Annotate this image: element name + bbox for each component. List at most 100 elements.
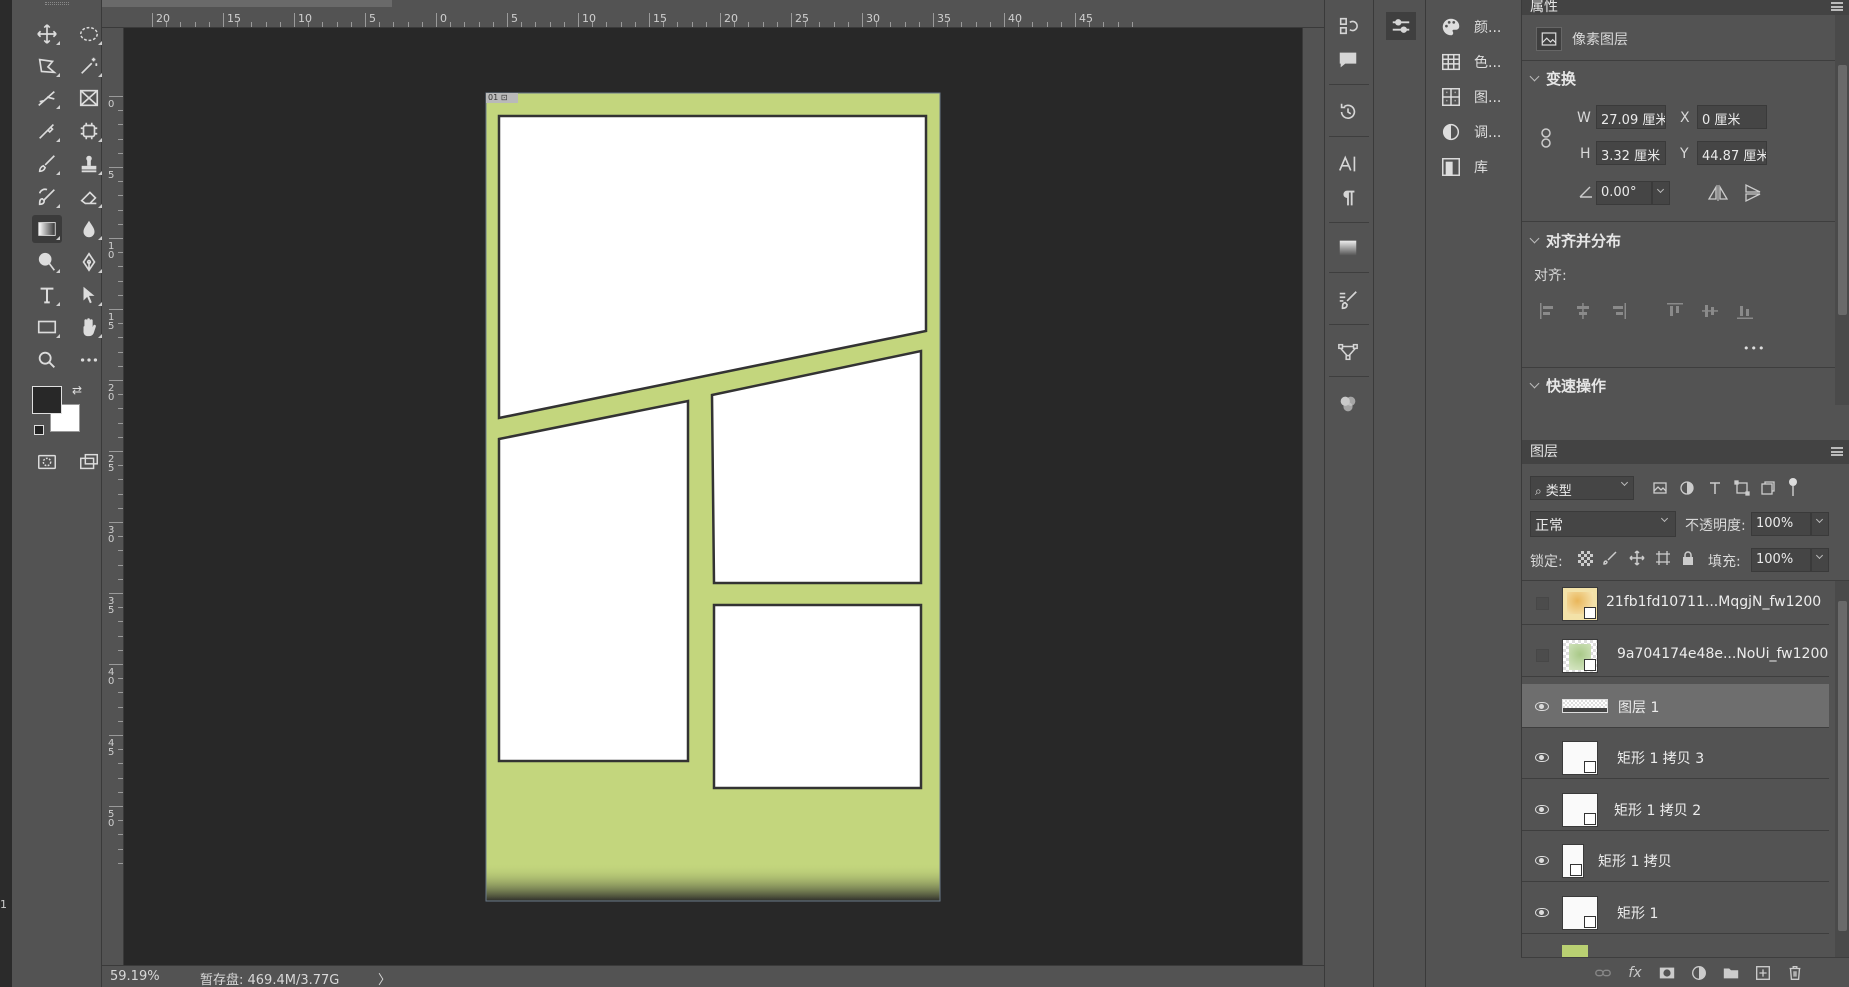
frame-tool-icon[interactable] [74, 84, 104, 112]
panel-menu-icon[interactable] [1831, 2, 1843, 11]
layer-name[interactable]: 矩形 1 拷贝 2 [1614, 800, 1701, 820]
link-dimensions-icon[interactable] [1540, 128, 1552, 148]
layer-name[interactable]: 矩形 1 拷贝 [1598, 851, 1672, 871]
canvas-workspace[interactable] [124, 28, 1302, 965]
channels-icon[interactable] [1334, 390, 1362, 418]
layer-row[interactable]: 图层 1 [1522, 684, 1829, 728]
spot-healing-icon[interactable] [74, 117, 104, 145]
dodge-tool-icon[interactable] [32, 248, 62, 276]
visibility-toggle[interactable] [1534, 699, 1550, 713]
type-tool-icon[interactable] [32, 281, 62, 309]
elliptical-marquee-icon[interactable] [74, 20, 104, 48]
swap-colors-icon[interactable]: ⇄ [72, 384, 84, 396]
pen-tool-icon[interactable] [74, 248, 104, 276]
angle-dropdown[interactable] [1652, 181, 1670, 205]
eye-icon[interactable] [1535, 855, 1549, 865]
align-top-icon[interactable] [1665, 301, 1685, 321]
rectangle-tool-icon[interactable] [32, 313, 62, 341]
artboard-canvas[interactable] [124, 28, 1302, 965]
gradient-tool-icon[interactable] [32, 215, 62, 243]
character-icon[interactable] [1334, 150, 1362, 178]
align-section-header[interactable]: 对齐并分布 [1529, 230, 1621, 251]
align-middle-vertical-icon[interactable] [1700, 301, 1720, 321]
eye-icon[interactable] [1535, 804, 1549, 814]
link-layers-icon[interactable] [1593, 963, 1613, 983]
magic-wand-icon[interactable] [74, 52, 104, 80]
more-tools-icon[interactable] [74, 346, 104, 374]
screen-mode-icon[interactable] [74, 448, 104, 476]
filter-toggle-switch[interactable] [1789, 478, 1797, 498]
layer-row[interactable]: 矩形 1 拷贝 3 [1522, 735, 1829, 779]
properties-panel-header[interactable]: 属性 [1522, 0, 1849, 15]
eye-icon[interactable] [1535, 907, 1549, 917]
status-menu-arrow[interactable]: 〉 [378, 969, 391, 987]
opacity-field[interactable]: 100% [1751, 512, 1811, 536]
left-ruler[interactable]: 0 5 1 0 1 5 2 0 2 5 3 0 3 5 4 0 4 5 5 0 [102, 28, 124, 965]
quick-mask-icon[interactable] [32, 448, 62, 476]
foreground-color-swatch[interactable] [32, 386, 62, 414]
quick-actions-section-header[interactable]: 快速操作 [1529, 375, 1606, 396]
fill-field[interactable]: 100% [1751, 548, 1811, 572]
layer-row[interactable]: 矩形 1 拷贝 2 [1522, 787, 1829, 831]
brushes-icon[interactable] [1334, 286, 1362, 314]
filter-pixel-icon[interactable] [1652, 480, 1668, 496]
align-center-horizontal-icon[interactable] [1573, 301, 1593, 321]
delete-layer-icon[interactable] [1785, 963, 1805, 983]
filter-adjustment-icon[interactable] [1679, 480, 1695, 496]
layer-name[interactable]: 矩形 1 拷贝 3 [1617, 748, 1704, 768]
lock-image-icon[interactable] [1602, 550, 1618, 566]
visibility-toggle[interactable] [1534, 648, 1550, 662]
align-right-icon[interactable] [1608, 301, 1628, 321]
opacity-dropdown[interactable] [1811, 512, 1829, 536]
layer-row[interactable]: 矩形 1 拷贝 [1522, 838, 1829, 882]
visibility-toggle[interactable] [1534, 802, 1550, 816]
artboard-label[interactable]: 01 ⊡ [486, 93, 518, 103]
y-field[interactable]: 44.87 厘米 [1697, 141, 1767, 165]
toolbar-grip[interactable] [45, 2, 69, 5]
flip-horizontal-icon[interactable] [1707, 183, 1729, 203]
paths-icon[interactable] [1334, 338, 1362, 366]
layer-row[interactable]: 矩形 1 [1522, 890, 1829, 934]
blur-tool-icon[interactable] [74, 215, 104, 243]
polygonal-lasso-icon[interactable] [32, 52, 62, 80]
visibility-toggle[interactable] [1534, 905, 1550, 919]
eraser-icon[interactable] [74, 183, 104, 211]
layer-name[interactable]: 21fb1fd10711...MqgjN_fw1200 [1606, 594, 1821, 610]
dock-panel-item[interactable]: 调... [1440, 117, 1501, 147]
visibility-toggle[interactable] [1534, 750, 1550, 764]
x-field[interactable]: 0 厘米 [1697, 105, 1767, 129]
document-tab[interactable] [102, 0, 392, 7]
eye-icon[interactable] [1535, 701, 1549, 711]
dock-panel-item[interactable]: 库 [1440, 152, 1488, 182]
layer-name[interactable]: 图层 1 [1618, 697, 1659, 717]
brush-tool-icon[interactable] [32, 150, 62, 178]
layers-panel-header[interactable]: 图层 [1522, 440, 1849, 464]
add-layer-style-button[interactable]: fx [1625, 963, 1645, 983]
new-adjustment-layer-icon[interactable] [1689, 963, 1709, 983]
canvas-scrollbar[interactable] [1302, 28, 1324, 965]
blend-mode-select[interactable]: 正常 [1530, 511, 1676, 537]
dock-panel-item[interactable]: 颜... [1440, 12, 1501, 42]
transform-section-header[interactable]: 变换 [1529, 68, 1576, 89]
default-colors-icon[interactable] [34, 425, 44, 435]
layer-name[interactable]: 矩形 1 [1617, 903, 1658, 923]
layer-filter-select[interactable]: ⌕ 类型 [1530, 476, 1634, 500]
visibility-toggle[interactable] [1534, 596, 1550, 610]
align-bottom-icon[interactable] [1735, 301, 1755, 321]
width-field[interactable]: 27.09 厘米 [1596, 105, 1666, 129]
eye-icon[interactable] [1535, 752, 1549, 762]
properties-panel-icon[interactable] [1386, 12, 1416, 40]
layer-row-partial[interactable] [1522, 941, 1829, 957]
height-field[interactable]: 3.32 厘米 [1596, 141, 1666, 165]
angle-field[interactable]: 0.00° [1596, 181, 1652, 205]
history-brush-icon[interactable] [32, 183, 62, 211]
clone-stamp-icon[interactable] [74, 150, 104, 178]
dock-panel-item[interactable]: 色... [1440, 47, 1501, 77]
visibility-toggle[interactable] [1534, 853, 1550, 867]
properties-scrollbar[interactable] [1835, 15, 1849, 405]
lock-all-icon[interactable] [1680, 550, 1696, 566]
zoom-level[interactable]: 59.19% [110, 969, 160, 984]
layers-menu-icon[interactable] [1831, 447, 1843, 456]
history-icon[interactable] [1334, 12, 1362, 40]
layer-name[interactable]: 9a704174e48e...NoUi_fw1200 [1617, 646, 1828, 662]
